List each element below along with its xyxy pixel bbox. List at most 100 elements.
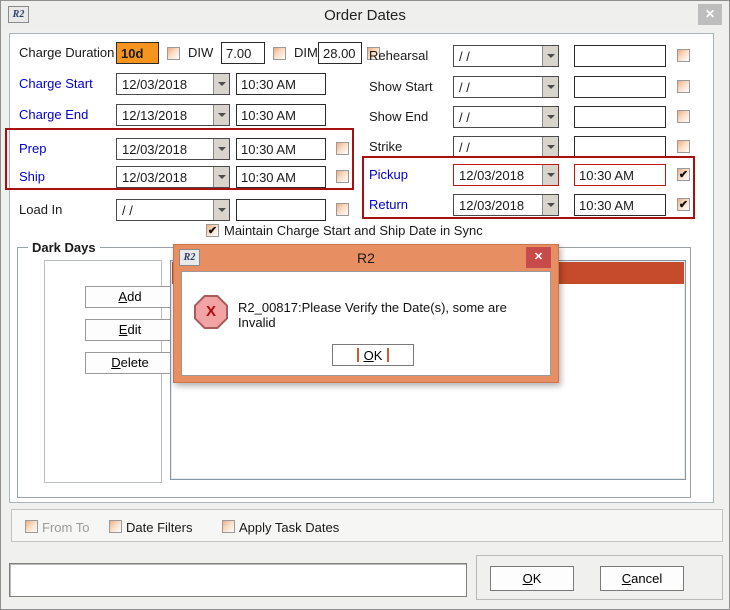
show-end-checkbox[interactable] [677,110,690,123]
chevron-down-icon [547,145,555,153]
charge-end-time-field[interactable]: 10:30 AM [236,104,326,126]
add-button[interactable]: Add [85,286,175,308]
chevron-down-icon [218,175,226,183]
load-in-label: Load In [19,202,62,217]
show-start-checkbox[interactable] [677,80,690,93]
dim-field[interactable]: 28.00 [318,42,362,64]
ok-button[interactable]: OK [490,566,574,591]
dropdown-button[interactable] [542,107,558,127]
prep-checkbox[interactable] [336,142,349,155]
pickup-date-combo[interactable]: 12/03/2018 [453,164,559,186]
rehearsal-time-field[interactable] [574,45,666,67]
diw-field[interactable]: 7.00 [221,42,265,64]
window-title: Order Dates [1,7,729,24]
chevron-down-icon [547,115,555,123]
from-to-label: From To [42,520,89,535]
strike-checkbox[interactable] [677,140,690,153]
dark-days-button-panel: Add Edit Delete [44,260,162,483]
chevron-down-icon [218,208,226,216]
apply-task-dates-checkbox[interactable] [222,520,235,533]
delete-button[interactable]: Delete [85,352,175,374]
date-row-load-in: Load In / / [19,199,355,223]
return-date-combo[interactable]: 12/03/2018 [453,194,559,216]
ok-cancel-panel: OK Cancel [476,555,723,600]
chevron-down-icon [547,203,555,211]
sync-checkbox-label: Maintain Charge Start and Ship Date in S… [224,223,483,238]
title-bar: R2 Order Dates ✕ [1,1,729,29]
order-dates-window: R2 Order Dates ✕ Charge Duration 10d DIW… [0,0,730,610]
date-row-charge-start: Charge Start 12/03/2018 10:30 AM [19,73,355,97]
pickup-checkbox[interactable]: ✔ [677,168,690,181]
chevron-down-icon [218,113,226,121]
strike-label: Strike [369,139,402,154]
prep-date-combo[interactable]: 12/03/2018 [116,138,230,160]
charge-start-label: Charge Start [19,76,93,91]
dropdown-button[interactable] [213,74,229,94]
chevron-down-icon [547,85,555,93]
dropdown-button[interactable] [542,165,558,185]
edit-button[interactable]: Edit [85,319,175,341]
chevron-down-icon [218,82,226,90]
date-filters-label: Date Filters [126,520,192,535]
show-start-date-combo[interactable]: / / [453,76,559,98]
chevron-down-icon [218,147,226,155]
note-input[interactable] [9,563,467,597]
dropdown-button[interactable] [213,200,229,220]
cancel-button[interactable]: Cancel [600,566,684,591]
charge-duration-checkbox[interactable] [167,47,180,60]
charge-duration-field[interactable]: 10d [116,42,159,64]
rehearsal-date-combo[interactable]: / / [453,45,559,67]
return-label: Return [369,197,408,212]
prep-time-field[interactable]: 10:30 AM [236,138,326,160]
pickup-label: Pickup [369,167,408,182]
return-time-field[interactable]: 10:30 AM [574,194,666,216]
date-row-return: Return 12/03/2018 10:30 AM ✔ [369,194,699,218]
show-start-time-field[interactable] [574,76,666,98]
strike-date-combo[interactable]: / / [453,136,559,158]
rehearsal-checkbox[interactable] [677,49,690,62]
sync-checkbox[interactable]: ✔ [206,224,219,237]
dropdown-button[interactable] [213,139,229,159]
error-icon: X [194,295,228,329]
from-to-checkbox[interactable] [25,520,38,533]
diw-checkbox[interactable] [273,47,286,60]
ship-date-combo[interactable]: 12/03/2018 [116,166,230,188]
dropdown-button[interactable] [213,105,229,125]
chevron-down-icon [547,173,555,181]
date-row-rehearsal: Rehearsal / / [369,45,699,69]
date-row-show-end: Show End / / [369,106,699,130]
charge-start-date-combo[interactable]: 12/03/2018 [116,73,230,95]
apply-task-dates-label: Apply Task Dates [239,520,339,535]
ship-checkbox[interactable] [336,170,349,183]
dropdown-button[interactable] [542,137,558,157]
dropdown-button[interactable] [542,195,558,215]
footer-options-panel: From To Date Filters Apply Task Dates [11,509,723,542]
pickup-time-field[interactable]: 10:30 AM [574,164,666,186]
modal-ok-button[interactable]: OK [332,344,414,366]
date-row-prep: Prep 12/03/2018 10:30 AM [19,138,355,162]
dropdown-button[interactable] [542,77,558,97]
ship-time-field[interactable]: 10:30 AM [236,166,326,188]
date-filters-checkbox[interactable] [109,520,122,533]
r2-error-dialog: R2 R2 ✕ X R2_00817:Please Verify the Dat… [173,244,559,383]
dropdown-button[interactable] [542,46,558,66]
load-in-date-combo[interactable]: / / [116,199,230,221]
date-row-charge-end: Charge End 12/13/2018 10:30 AM [19,104,355,128]
show-end-time-field[interactable] [574,106,666,128]
charge-duration-label: Charge Duration [19,45,114,60]
charge-start-time-field[interactable]: 10:30 AM [236,73,326,95]
show-start-label: Show Start [369,79,433,94]
return-checkbox[interactable]: ✔ [677,198,690,211]
charge-end-date-combo[interactable]: 12/13/2018 [116,104,230,126]
load-in-time-field[interactable] [236,199,326,221]
dropdown-button[interactable] [213,167,229,187]
dark-days-title: Dark Days [28,240,100,255]
dim-label: DIM [294,45,318,60]
close-icon[interactable]: ✕ [698,4,722,25]
modal-close-icon[interactable]: ✕ [526,247,551,268]
date-row-pickup: Pickup 12/03/2018 10:30 AM ✔ [369,164,699,188]
ship-label: Ship [19,169,45,184]
strike-time-field[interactable] [574,136,666,158]
show-end-date-combo[interactable]: / / [453,106,559,128]
load-in-checkbox[interactable] [336,203,349,216]
